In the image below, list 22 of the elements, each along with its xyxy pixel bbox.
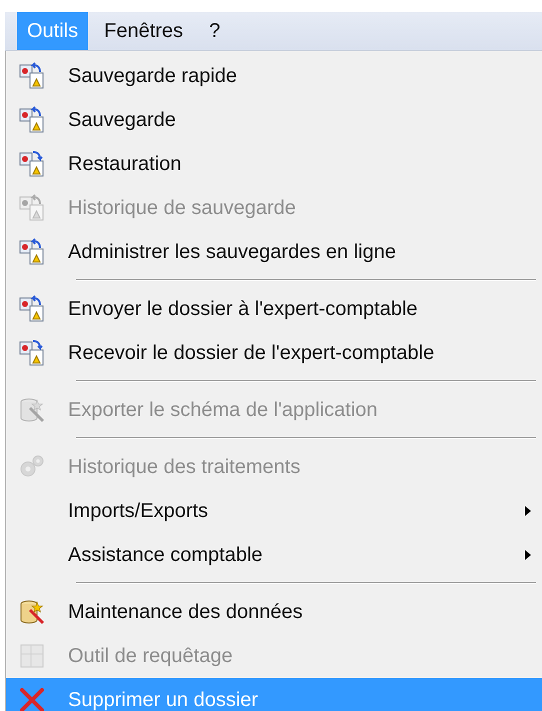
database-wand-icon <box>18 598 46 626</box>
menu-item[interactable]: Sauvegarde rapide <box>6 54 542 98</box>
table-icon <box>18 642 46 670</box>
documents-icon <box>18 194 46 222</box>
menu-title[interactable]: ? <box>199 12 230 50</box>
documents-icon <box>18 106 46 134</box>
documents-icon <box>18 339 46 367</box>
documents-icon <box>18 238 46 266</box>
menu-item[interactable]: Imports/Exports <box>6 489 542 533</box>
menu-item[interactable]: Administrer les sauvegardes en ligne <box>6 230 542 274</box>
documents-icon <box>18 150 46 178</box>
documents-icon <box>18 295 46 323</box>
menu-item[interactable]: Maintenance des données <box>6 590 542 634</box>
menu-title[interactable]: Fenêtres <box>94 12 194 50</box>
menu-item[interactable]: Recevoir le dossier de l'expert-comptable <box>6 331 542 375</box>
menu-item[interactable]: Restauration <box>6 142 542 186</box>
menu-item[interactable]: Assistance comptable <box>6 533 542 577</box>
database-wand-icon <box>18 396 46 424</box>
menu-item[interactable]: Sauvegarde <box>6 98 542 142</box>
documents-icon <box>18 62 46 90</box>
close-icon <box>18 686 46 711</box>
menu-item[interactable]: Envoyer le dossier à l'expert-comptable <box>6 287 542 331</box>
